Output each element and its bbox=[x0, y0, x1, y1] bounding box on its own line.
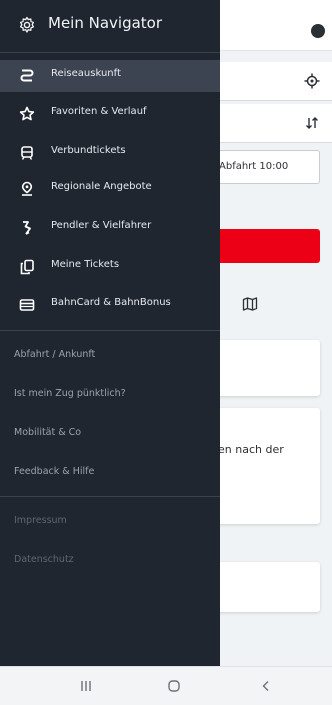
navigation-drawer: Mein Navigator Reiseauskunft Favoriten &… bbox=[0, 0, 220, 666]
link-abfahrt-ankunft[interactable]: Abfahrt / Ankunft bbox=[14, 349, 95, 360]
map-icon[interactable] bbox=[242, 296, 258, 316]
menu-item-meine-tickets[interactable]: Meine Tickets bbox=[0, 251, 220, 283]
drawer-header: Mein Navigator bbox=[0, 0, 220, 53]
menu-item-regionale-angebote[interactable]: Regionale Angebote bbox=[0, 173, 220, 205]
home-button[interactable] bbox=[154, 675, 194, 697]
card-icon bbox=[19, 297, 35, 313]
swap-icon[interactable] bbox=[304, 115, 320, 131]
menu-item-label: Meine Tickets bbox=[51, 259, 120, 270]
tickets-icon bbox=[19, 259, 35, 275]
link-feedback-hilfe[interactable]: Feedback & Hilfe bbox=[14, 466, 94, 477]
star-icon bbox=[19, 106, 35, 122]
from-field[interactable] bbox=[212, 62, 332, 101]
menu-item-bahncard[interactable]: BahnCard & BahnBonus bbox=[0, 289, 220, 321]
route-icon bbox=[19, 68, 35, 84]
info-card bbox=[212, 562, 320, 612]
link-zug-puenktlich[interactable]: Ist mein Zug pünktlich? bbox=[14, 388, 126, 399]
divider bbox=[0, 496, 220, 497]
tram-icon bbox=[19, 145, 35, 161]
info-card bbox=[212, 408, 320, 524]
menu-item-favoriten[interactable]: Favoriten & Verlauf bbox=[0, 98, 220, 130]
link-impressum[interactable]: Impressum bbox=[14, 515, 67, 526]
locate-icon[interactable] bbox=[304, 73, 320, 89]
to-field[interactable] bbox=[212, 104, 332, 143]
home-icon bbox=[168, 680, 180, 692]
menu-item-pendler[interactable]: Pendler & Vielfahrer bbox=[0, 212, 220, 244]
link-mobilitaet[interactable]: Mobilität & Co bbox=[14, 427, 81, 438]
menu-item-label: Pendler & Vielfahrer bbox=[51, 220, 152, 231]
menu-item-label: Favoriten & Verlauf bbox=[51, 106, 147, 117]
system-navigation-bar bbox=[0, 666, 332, 705]
menu-item-label: Regionale Angebote bbox=[51, 181, 152, 192]
clock-icon[interactable] bbox=[311, 24, 325, 38]
menu-item-label: Verbundtickets bbox=[51, 145, 126, 156]
recent-apps-button[interactable] bbox=[66, 675, 106, 697]
search-button[interactable] bbox=[212, 229, 320, 263]
info-card bbox=[212, 340, 320, 396]
departure-time-button[interactable]: Abfahrt 10:00 bbox=[212, 150, 320, 184]
menu-item-label: Reiseauskunft bbox=[51, 68, 121, 79]
menu-item-verbundtickets[interactable]: Verbundtickets bbox=[0, 137, 220, 169]
card-text: en nach der bbox=[218, 443, 284, 456]
menu-item-label: BahnCard & BahnBonus bbox=[51, 297, 171, 308]
back-icon bbox=[262, 681, 269, 691]
gear-icon[interactable] bbox=[18, 16, 36, 38]
recent-apps-icon bbox=[81, 681, 91, 691]
menu-item-reiseauskunft[interactable]: Reiseauskunft bbox=[0, 60, 220, 92]
commuter-icon bbox=[19, 220, 35, 236]
location-pin-icon bbox=[19, 181, 35, 197]
back-button[interactable] bbox=[246, 675, 286, 697]
link-datenschutz[interactable]: Datenschutz bbox=[14, 554, 74, 565]
drawer-title: Mein Navigator bbox=[48, 14, 163, 32]
divider bbox=[0, 330, 220, 331]
